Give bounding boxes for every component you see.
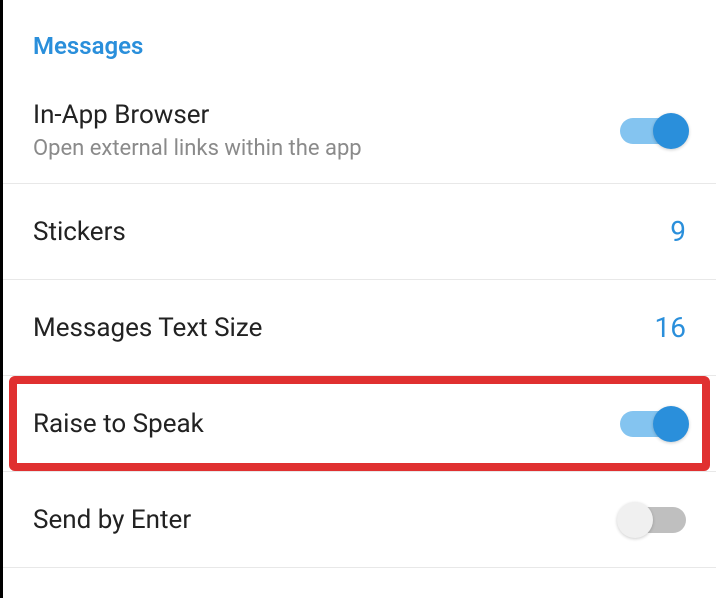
toggle-knob [653,113,689,149]
row-stickers[interactable]: Stickers 9 [3,184,716,280]
stickers-title: Stickers [33,217,126,247]
row-send-by-enter[interactable]: Send by Enter [3,472,716,568]
text-size-title: Messages Text Size [33,313,262,343]
settings-container: Messages In-App Browser Open external li… [0,0,716,598]
text-size-value: 16 [655,311,686,344]
stickers-value: 9 [670,215,686,248]
raise-to-speak-title: Raise to Speak [33,409,204,439]
row-text: In-App Browser Open external links withi… [33,100,362,161]
in-app-browser-title: In-App Browser [33,100,362,130]
in-app-browser-subtitle: Open external links within the app [33,136,362,161]
row-in-app-browser[interactable]: In-App Browser Open external links withi… [3,78,716,184]
row-raise-to-speak[interactable]: Raise to Speak [3,376,716,472]
section-header-messages: Messages [3,0,716,78]
toggle-knob [617,502,653,538]
send-by-enter-toggle[interactable] [620,507,686,533]
raise-to-speak-toggle[interactable] [620,411,686,437]
in-app-browser-toggle[interactable] [620,118,686,144]
toggle-knob [653,406,689,442]
row-text-size[interactable]: Messages Text Size 16 [3,280,716,376]
send-by-enter-title: Send by Enter [33,505,191,535]
